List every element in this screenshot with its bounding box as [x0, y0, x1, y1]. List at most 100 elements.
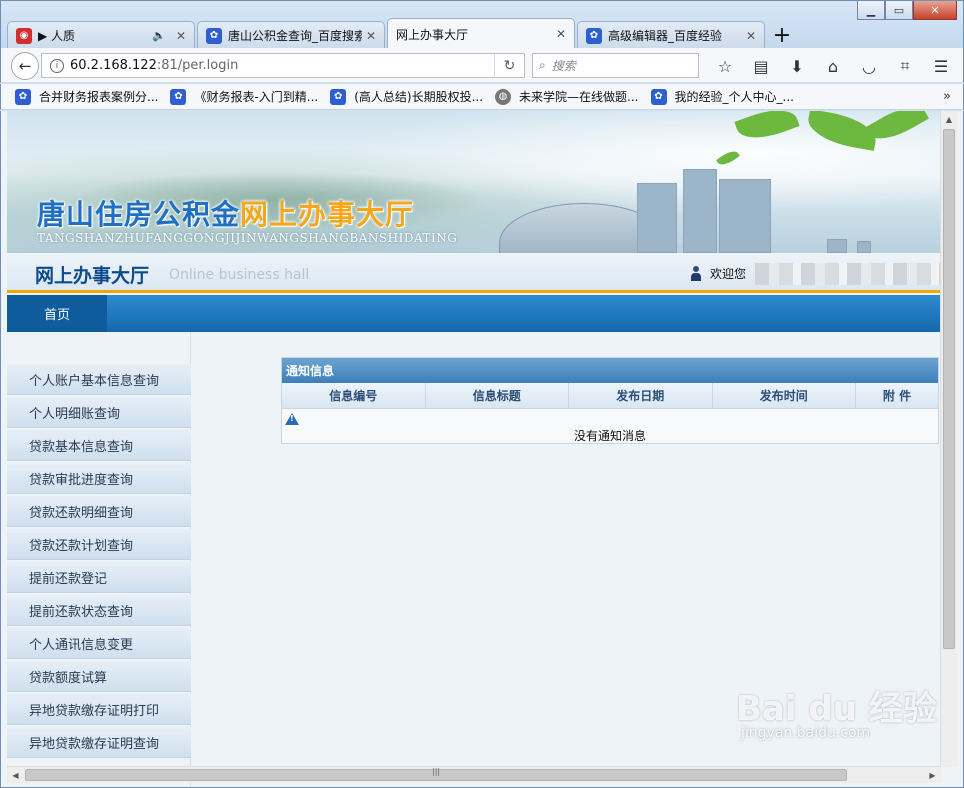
- empty-message: 没有通知消息: [573, 429, 646, 443]
- tab-label: ▶ 人质: [38, 29, 76, 43]
- column-header: 发布时间: [713, 383, 856, 408]
- sidebar-item-loan-info[interactable]: 贷款基本信息查询: [7, 430, 191, 461]
- sidebar-item-ledger[interactable]: 个人明细账查询: [7, 397, 191, 428]
- sidebar-item-remote-proof-query[interactable]: 异地贷款缴存证明查询: [7, 727, 191, 758]
- new-tab-button[interactable]: +: [767, 21, 797, 49]
- hall-english-title: Online business hall: [169, 267, 310, 283]
- page-viewport: 唐山住房公积金网上办事大厅 TANGSHANZHUFANGGONGJIJINWA…: [0, 111, 964, 788]
- sidebar-item-contact-change[interactable]: 个人通讯信息变更: [7, 628, 191, 659]
- paw-icon: ✿: [15, 88, 31, 105]
- bookmark-star-icon[interactable]: ☆: [707, 54, 743, 78]
- site-banner: 唐山住房公积金网上办事大厅 TANGSHANZHUFANGGONGJIJINWA…: [7, 111, 941, 253]
- site-info-icon[interactable]: i: [50, 58, 64, 73]
- tab-label: 唐山公积金查询_百度搜索: [228, 29, 362, 43]
- tab-renzhi[interactable]: ◉ ▶ 人质 🔈 ✕: [7, 21, 195, 49]
- banner-title-main: 唐山住房公积金: [37, 198, 241, 231]
- search-placeholder: 搜索: [551, 59, 576, 73]
- bookmark-item[interactable]: ◍ 未来学院—在线做题...: [495, 88, 639, 105]
- hall-title: 网上办事大厅: [35, 265, 150, 287]
- column-header: 附 件: [882, 389, 912, 403]
- banner-building: [827, 239, 847, 253]
- column-header: 信息编号: [282, 383, 426, 408]
- tab-label: 网上办事大厅: [396, 27, 469, 42]
- scroll-left-icon[interactable]: ◀: [7, 767, 24, 784]
- watermark-brand: Bai du 经验: [736, 689, 937, 729]
- notice-title: 通知信息: [282, 358, 938, 383]
- bookmark-label: 我的经验_个人中心_...: [674, 90, 794, 104]
- column-header: 发布日期: [569, 383, 713, 408]
- tab-baidu-search[interactable]: ✿ 唐山公积金查询_百度搜索 ✕: [197, 21, 385, 49]
- sidebar-item-account-info[interactable]: 个人账户基本信息查询: [7, 364, 191, 395]
- bookmark-label: 合并财务报表案例分...: [39, 90, 159, 104]
- tab-strip: ◉ ▶ 人质 🔈 ✕ ✿ 唐山公积金查询_百度搜索 ✕ 网上办事大厅 ✕ ✿ 高…: [7, 17, 797, 49]
- tab-online-hall[interactable]: 网上办事大厅 ✕: [387, 18, 575, 49]
- notice-table-body: ! 没有通知消息: [282, 409, 938, 443]
- hall-header: 网上办事大厅 Online business hall 欢迎您: [7, 253, 943, 293]
- banner-building: [637, 183, 677, 253]
- paw-icon: ✿: [170, 88, 187, 105]
- globe-icon: ◍: [495, 88, 512, 105]
- sidebar-item-prepayment-status[interactable]: 提前还款状态查询: [7, 595, 191, 626]
- scroll-grip: |||: [432, 767, 441, 776]
- maximize-button[interactable]: ▭: [885, 1, 913, 20]
- bookmark-label: (高人总结)长期股权投...: [354, 90, 484, 104]
- close-tab-icon[interactable]: ✕: [746, 29, 756, 43]
- banner-building: [857, 241, 871, 253]
- scroll-up-icon[interactable]: ▲: [941, 111, 957, 128]
- redacted-username: [755, 263, 943, 285]
- reading-list-icon[interactable]: ▤: [743, 54, 779, 78]
- browser-titlebar: ▁ ▭ ✕ ◉ ▶ 人质 🔈 ✕ ✿ 唐山公积金查询_百度搜索 ✕ 网上办事大厅…: [0, 0, 964, 50]
- close-tab-icon[interactable]: ✕: [366, 29, 376, 43]
- bookmark-item[interactable]: ✿ 《财务报表-入门到精...: [170, 88, 318, 105]
- sidebar: 个人账户基本信息查询 个人明细账查询 贷款基本信息查询 贷款审批进度查询 贷款还…: [7, 332, 191, 787]
- window-controls: ▁ ▭ ✕: [857, 1, 957, 20]
- url-bar[interactable]: i 60.2.168.122 :81/per.login ↻: [41, 53, 525, 78]
- speaker-icon[interactable]: 🔈: [152, 29, 166, 42]
- banner-title-highlight: 网上办事大厅: [240, 198, 415, 231]
- banner-building: [719, 179, 771, 253]
- close-tab-icon[interactable]: ✕: [176, 29, 186, 43]
- watermark-url: jingyan.baidu.com: [741, 725, 871, 741]
- bookmark-item[interactable]: ✿ (高人总结)长期股权投...: [330, 88, 483, 105]
- bookmarks-overflow-button[interactable]: »: [943, 89, 951, 104]
- scroll-right-icon[interactable]: ▶: [924, 767, 941, 784]
- back-button[interactable]: ←: [11, 52, 39, 80]
- bookmarks-bar: ✿ 合并财务报表案例分... ✿ 《财务报表-入门到精... ✿ (高人总结)长…: [0, 84, 964, 110]
- bookmark-label: 未来学院—在线做题...: [519, 90, 639, 104]
- banner-building: [683, 169, 717, 253]
- menu-icon[interactable]: ☰: [923, 54, 959, 78]
- bookmark-label: 《财务报表-入门到精...: [194, 90, 319, 104]
- search-input[interactable]: ⌕ 搜索: [532, 53, 699, 78]
- paw-icon: ✿: [650, 88, 667, 105]
- vertical-scrollbar[interactable]: ▲: [940, 111, 957, 767]
- bookmark-item[interactable]: ✿ 我的经验_个人中心_...: [650, 88, 794, 105]
- bookmark-item[interactable]: ✿ 合并财务报表案例分...: [15, 88, 158, 105]
- tab-label: 高级编辑器_百度经验: [608, 29, 723, 43]
- paw-icon: ✿: [206, 27, 222, 44]
- sidebar-item-loan-calculator[interactable]: 贷款额度试算: [7, 661, 191, 692]
- tab-baidu-jingyan[interactable]: ✿ 高级编辑器_百度经验 ✕: [577, 21, 765, 49]
- paw-icon: ✿: [586, 27, 602, 44]
- paw-icon: ✿: [330, 88, 347, 105]
- pocket-icon[interactable]: ◡: [851, 54, 887, 78]
- sidebar-item-loan-approval[interactable]: 贷款审批进度查询: [7, 463, 191, 494]
- sidebar-item-prepayment-register[interactable]: 提前还款登记: [7, 562, 191, 593]
- reload-icon[interactable]: ↻: [494, 54, 524, 77]
- sidebar-item-remote-proof-print[interactable]: 异地贷款缴存证明打印: [7, 694, 191, 725]
- notice-panel: 通知信息 信息编号 信息标题 发布日期 发布时间 附 件 ! 没有通知消息: [281, 357, 939, 444]
- close-window-button[interactable]: ✕: [913, 1, 957, 20]
- welcome-text: 欢迎您: [710, 267, 747, 281]
- sidebar-item-repayment-plan[interactable]: 贷款还款计划查询: [7, 529, 191, 560]
- scroll-thumb[interactable]: [943, 129, 955, 649]
- horizontal-scrollbar[interactable]: ◀ ||| ▶: [7, 766, 941, 783]
- netease-music-icon: ◉: [16, 27, 32, 44]
- column-header: 信息标题: [426, 383, 569, 408]
- minimize-button[interactable]: ▁: [857, 1, 885, 20]
- download-icon[interactable]: ⬇: [779, 54, 815, 78]
- sidebar-item-repayment-detail[interactable]: 贷款还款明细查询: [7, 496, 191, 527]
- screenshot-icon[interactable]: ⌗: [887, 54, 923, 78]
- home-icon[interactable]: ⌂: [815, 54, 851, 78]
- nav-home[interactable]: 首页: [7, 295, 107, 332]
- close-tab-icon[interactable]: ✕: [556, 27, 566, 41]
